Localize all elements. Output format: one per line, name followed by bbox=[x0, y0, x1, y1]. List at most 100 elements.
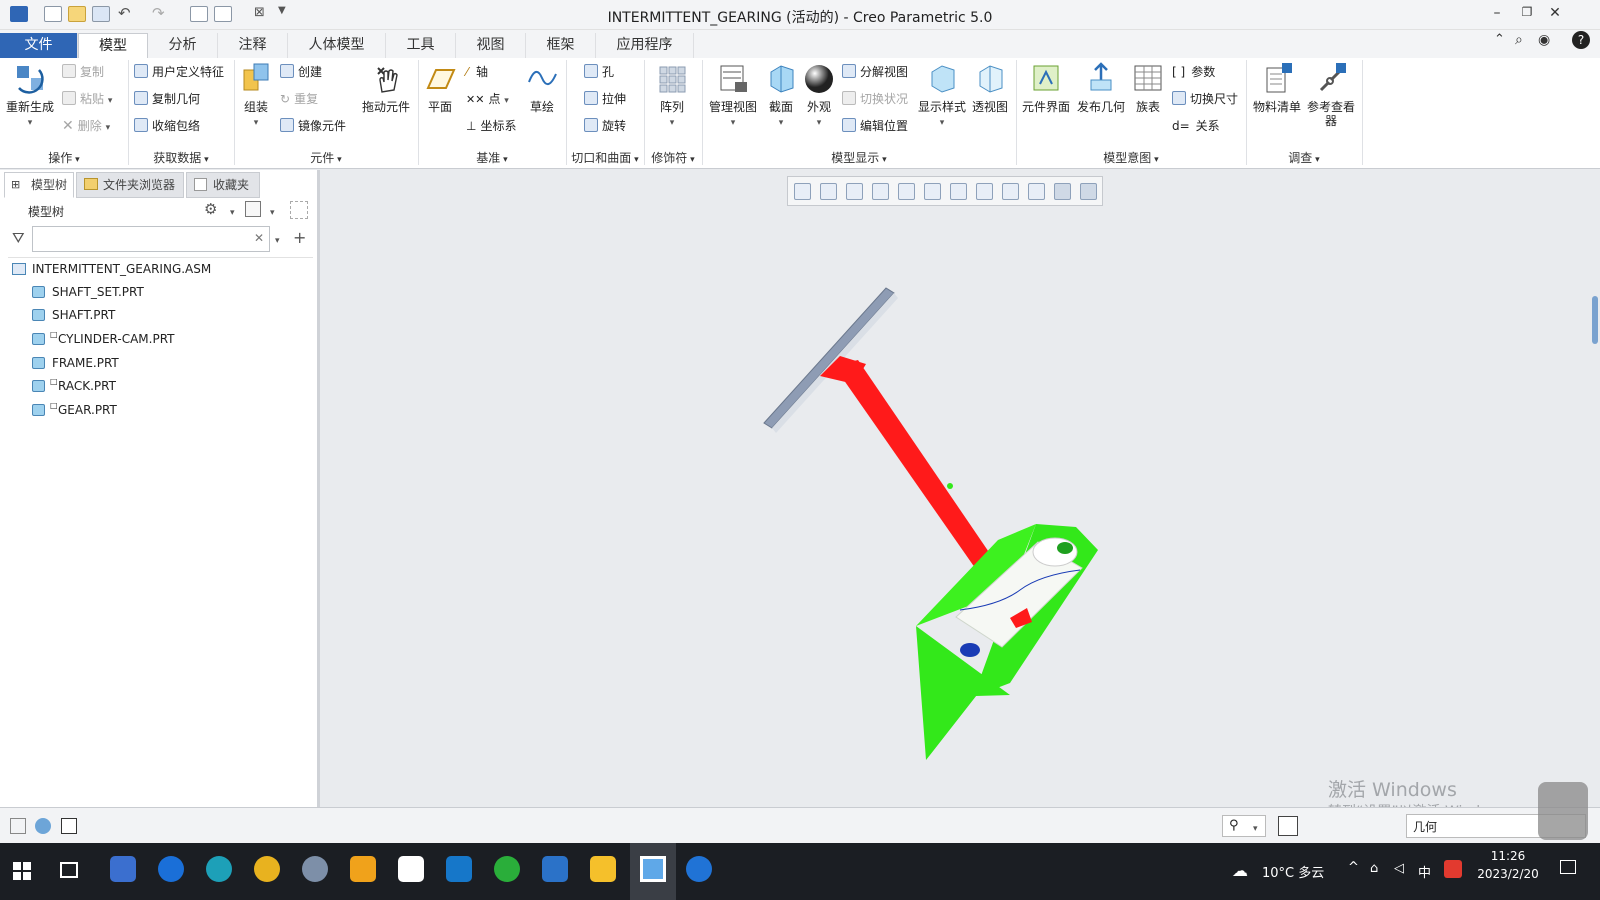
switch-dimensions-button[interactable]: 切换尺寸 bbox=[1172, 89, 1238, 109]
tab-favorites[interactable]: 收藏夹 bbox=[186, 172, 260, 198]
toggle-status-button[interactable]: 切换状况 bbox=[842, 89, 908, 109]
datum-display-icon[interactable] bbox=[1028, 183, 1045, 200]
saved-views-icon[interactable] bbox=[950, 183, 967, 200]
sogou-icon[interactable] bbox=[158, 856, 184, 882]
chrome-icon[interactable] bbox=[254, 856, 280, 882]
assemble-button[interactable]: 组装 ▾ bbox=[238, 62, 274, 130]
spin-center-toggle-icon[interactable] bbox=[1080, 183, 1097, 200]
tree-item[interactable]: □ CYLINDER-CAM.PRT bbox=[32, 328, 175, 350]
filter-icon[interactable]: ⛛ bbox=[12, 229, 25, 247]
delete-button[interactable]: ✕ 删除 ▾ bbox=[62, 116, 110, 136]
datum-axis-button[interactable]: ⁄ 轴 bbox=[466, 62, 488, 82]
perspective-view-icon[interactable] bbox=[1002, 183, 1019, 200]
perspective-button[interactable]: 透视图 bbox=[970, 62, 1010, 114]
tree-root[interactable]: INTERMITTENT_GEARING.ASM bbox=[12, 258, 211, 280]
help-icon[interactable]: ? bbox=[1572, 31, 1590, 49]
tree-settings-icon[interactable]: ⚙ bbox=[204, 200, 217, 218]
create-button[interactable]: 创建 bbox=[280, 62, 322, 82]
tab-manikin[interactable]: 人体模型 bbox=[288, 33, 386, 58]
graphics-window[interactable] bbox=[320, 170, 1600, 807]
copy-geometry-button[interactable]: 复制几何 bbox=[134, 89, 200, 109]
copy-button[interactable]: 复制 bbox=[62, 62, 104, 82]
tree-item[interactable]: SHAFT.PRT bbox=[32, 304, 115, 326]
tree-settings-dropdown-icon[interactable]: ▾ bbox=[230, 204, 235, 218]
coordinate-system-button[interactable]: ⊥ 坐标系 bbox=[466, 116, 516, 136]
shrinkwrap-button[interactable]: 收缩包络 bbox=[134, 116, 200, 136]
show-icon[interactable] bbox=[245, 201, 261, 217]
group-label-operations[interactable]: 操作 bbox=[0, 149, 128, 167]
wechat-icon[interactable] bbox=[494, 856, 520, 882]
udf-button[interactable]: 用户定义特征 bbox=[134, 62, 224, 82]
drag-component-button[interactable]: 拖动元件 bbox=[360, 62, 412, 114]
assembly-model-view[interactable] bbox=[320, 170, 1600, 807]
creo-taskbar-button[interactable] bbox=[630, 843, 676, 900]
display-style-icon[interactable] bbox=[924, 183, 941, 200]
tree-item[interactable]: □ GEAR.PRT bbox=[32, 399, 117, 421]
repaint-icon[interactable] bbox=[872, 183, 889, 200]
group-label-component[interactable]: 元件 bbox=[234, 149, 418, 167]
paint-icon[interactable] bbox=[302, 856, 328, 882]
collapse-ribbon-icon[interactable]: ⌃ bbox=[1494, 32, 1505, 47]
sogou-ime-icon[interactable] bbox=[1444, 860, 1462, 878]
mirror-component-button[interactable]: 镜像元件 bbox=[280, 116, 346, 136]
full-screen-icon[interactable] bbox=[61, 818, 77, 834]
sketch-button[interactable]: 草绘 bbox=[524, 62, 560, 114]
group-label-model-intent[interactable]: 模型意图 bbox=[1016, 149, 1246, 167]
start-icon[interactable] bbox=[13, 862, 31, 880]
tab-folder-browser[interactable]: 文件夹浏览器 bbox=[76, 172, 184, 198]
pattern-button[interactable]: 阵列 ▾ bbox=[652, 62, 692, 130]
tree-item[interactable]: □ RACK.PRT bbox=[32, 375, 116, 397]
relations-button[interactable]: d= 关系 bbox=[1172, 116, 1220, 136]
edge-icon[interactable] bbox=[206, 856, 232, 882]
family-table-button[interactable]: 族表 bbox=[1130, 62, 1166, 114]
group-label-datum[interactable]: 基准 bbox=[418, 149, 566, 167]
community-icon[interactable]: ◉ bbox=[1538, 32, 1550, 48]
tab-model[interactable]: 模型 bbox=[78, 33, 148, 58]
manage-views-button[interactable]: 管理视图 ▾ bbox=[706, 62, 760, 130]
component-interface-button[interactable]: 元件界面 bbox=[1018, 62, 1074, 114]
filter-items-icon[interactable] bbox=[290, 201, 308, 219]
hole-button[interactable]: 孔 bbox=[584, 62, 614, 82]
explode-view-button[interactable]: 分解视图 bbox=[842, 62, 908, 82]
notification-icon[interactable] bbox=[1560, 860, 1576, 874]
group-label-investigate[interactable]: 调查 bbox=[1246, 149, 1362, 167]
tree-item[interactable]: FRAME.PRT bbox=[32, 352, 119, 374]
display-style-button[interactable]: 显示样式 ▾ bbox=[916, 62, 968, 130]
scrollbar-thumb[interactable] bbox=[1592, 296, 1598, 344]
floating-widget[interactable] bbox=[1538, 782, 1588, 840]
tab-applications[interactable]: 应用程序 bbox=[596, 33, 694, 58]
browser-task-icon[interactable] bbox=[686, 856, 712, 882]
tab-annotate[interactable]: 注释 bbox=[218, 33, 288, 58]
view-manager-icon[interactable] bbox=[976, 183, 993, 200]
publish-geometry-button[interactable]: 发布几何 bbox=[1074, 62, 1128, 114]
find-button[interactable]: ⚲ ▾ bbox=[1222, 815, 1266, 837]
app-blue-icon[interactable] bbox=[446, 856, 472, 882]
volume-icon[interactable]: ◁ bbox=[1394, 861, 1404, 876]
tab-tools[interactable]: 工具 bbox=[386, 33, 456, 58]
annotation-display-icon[interactable] bbox=[1054, 183, 1071, 200]
clock[interactable]: 11:26 2023/2/20 bbox=[1472, 849, 1544, 881]
clear-search-icon[interactable]: ✕ bbox=[254, 231, 264, 245]
calculator-icon[interactable] bbox=[110, 856, 136, 882]
minimize-icon[interactable]: – bbox=[1485, 5, 1509, 21]
zoom-in-icon[interactable] bbox=[820, 183, 837, 200]
tray-expand-icon[interactable]: ^ bbox=[1348, 860, 1359, 875]
tree-item[interactable]: SHAFT_SET.PRT bbox=[32, 281, 144, 303]
parameters-button[interactable]: [ ] 参数 bbox=[1172, 62, 1215, 82]
cad-icon[interactable] bbox=[542, 856, 568, 882]
show-dropdown-icon[interactable]: ▾ bbox=[270, 204, 275, 218]
spin-center-icon[interactable] bbox=[898, 183, 915, 200]
tab-framework[interactable]: 框架 bbox=[526, 33, 596, 58]
tab-analysis[interactable]: 分析 bbox=[148, 33, 218, 58]
reference-viewer-button[interactable]: 参考查看器 bbox=[1304, 62, 1358, 128]
weather-icon[interactable]: ☁ bbox=[1232, 861, 1248, 880]
group-label-cut-surface[interactable]: 切口和曲面 bbox=[566, 149, 644, 167]
weather-text[interactable]: 10°C 多云 bbox=[1262, 862, 1324, 881]
refit-icon[interactable] bbox=[794, 183, 811, 200]
toggle-navigator-icon[interactable] bbox=[10, 818, 26, 834]
paste-button[interactable]: 粘贴 ▾ bbox=[62, 89, 112, 109]
file-explorer-icon[interactable] bbox=[590, 856, 616, 882]
add-column-icon[interactable]: + bbox=[293, 228, 306, 247]
tree-search-input[interactable]: ✕ bbox=[32, 226, 270, 252]
network-icon[interactable]: ⌂ bbox=[1370, 861, 1378, 876]
